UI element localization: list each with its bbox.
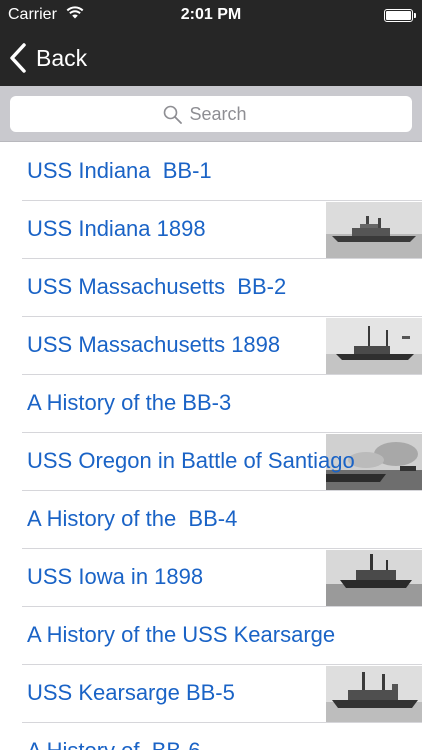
battery-icon [384,9,416,22]
list-item[interactable]: USS Indiana BB-1 [0,143,422,201]
search-icon [163,105,182,124]
list-item-label: A History of the USS Kearsarge [27,622,336,647]
search-bar [0,86,422,142]
list-item[interactable]: USS Iowa in 1898 [0,549,422,607]
list-item-label: USS Indiana BB-1 [27,158,212,183]
list-item[interactable]: USS Oregon in Battle of Santiago [0,433,422,491]
list-item-label: USS Massachusetts BB-2 [27,274,287,299]
list-item-label: A History of the BB-3 [27,390,232,415]
list-item-label: A History of the BB-4 [27,506,238,531]
list-item-label: USS Massachusetts 1898 [27,332,281,357]
back-button[interactable]: Back [8,38,87,78]
list-item[interactable]: USS Massachusetts BB-2 [0,259,422,317]
list-item[interactable]: A History of BB-6 [0,723,422,750]
list-item-label: USS Indiana 1898 [27,216,206,241]
list-item-label: USS Oregon in Battle of Santiago [27,448,355,473]
list-item[interactable]: USS Kearsarge BB-5 [0,665,422,723]
battleship-thumbnail [326,666,422,722]
list-item[interactable]: A History of the BB-4 [0,491,422,549]
search-field[interactable] [10,96,412,132]
list-item[interactable]: USS Massachusetts 1898 [0,317,422,375]
list-item-label: A History of BB-6 [27,738,201,750]
chevron-left-icon [10,43,26,73]
list-item[interactable]: A History of the BB-3 [0,375,422,433]
ship-list: USS Indiana BB-1 USS Indiana 1898 USS Ma… [0,143,422,750]
battleship-thumbnail [326,202,422,258]
status-time: 2:01 PM [180,6,242,23]
back-label: Back [36,44,88,71]
nav-bar: Back [0,30,422,86]
navigation-header: Carrier 2:01 PM Back [0,0,422,86]
list-item-label: USS Kearsarge BB-5 [27,680,235,705]
status-bar: Carrier 2:01 PM [0,0,422,30]
list-item[interactable]: A History of the USS Kearsarge [0,607,422,665]
list-item[interactable]: USS Indiana 1898 [0,201,422,259]
search-input[interactable] [189,103,260,125]
list-item-label: USS Iowa in 1898 [27,564,204,589]
battleship-thumbnail [326,550,422,606]
battleship-thumbnail [326,318,422,374]
